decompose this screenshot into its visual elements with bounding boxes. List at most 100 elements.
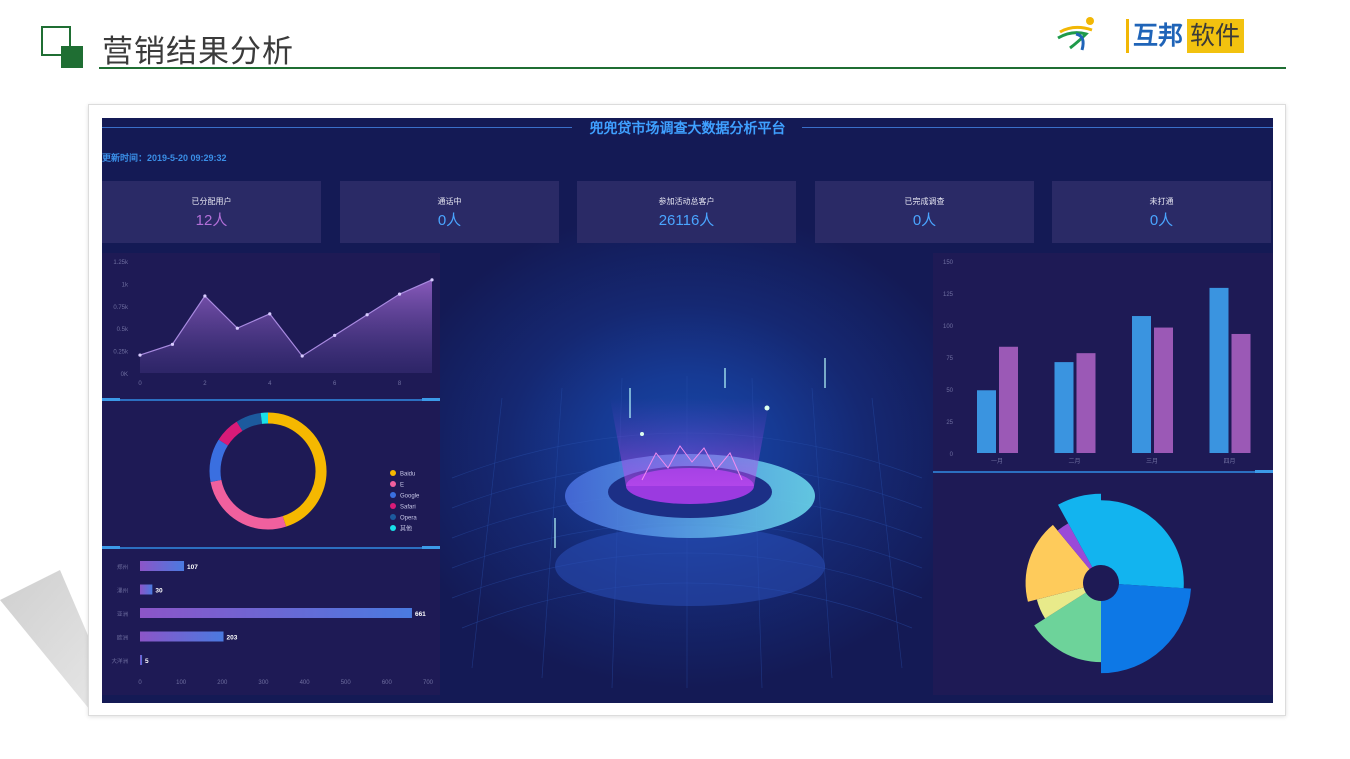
bar <box>1209 287 1229 453</box>
kpi-label: 通话中 <box>437 197 462 206</box>
category-label: 大洋洲 <box>111 657 128 665</box>
x-tick-label: 8 <box>398 381 402 387</box>
legend-swatch <box>390 514 396 520</box>
kpi-label: 已完成调查 <box>904 197 945 206</box>
y-tick-label: 0.5k <box>117 327 129 333</box>
bar <box>140 584 153 595</box>
category-label: 漯州 <box>117 587 128 595</box>
horizontal-bar-chart: 郑州 107 漯州 30 亚洲 661 欧洲 203 大洋洲 5 0 100 200 300 400 500 6… <box>111 561 434 686</box>
x-tick-label: 700 <box>423 680 434 686</box>
update-time: 更新时间：2019-5-20 09:29:32 <box>102 153 227 163</box>
y-tick-label: 0.25k <box>113 350 129 356</box>
donut-slice <box>236 412 263 432</box>
category-label: 郑州 <box>117 563 128 571</box>
data-point <box>397 292 402 296</box>
y-tick-label: 50 <box>946 388 953 394</box>
logo-text-b: 软件 <box>1187 19 1245 53</box>
donut-slice <box>209 439 229 482</box>
left-divider-1 <box>102 399 440 401</box>
data-point <box>430 278 434 282</box>
area-chart: 0K 0.25k 0.5k 0.75k 1k 1.25k 0 2 4 6 8 <box>113 260 434 387</box>
bar-value-label: 5 <box>145 658 149 665</box>
x-tick-label: 300 <box>258 680 269 686</box>
data-point <box>170 342 175 346</box>
donut-slice <box>210 479 287 530</box>
data-point <box>203 294 207 298</box>
x-tick-label: 一月 <box>991 458 1003 465</box>
y-tick-label: 75 <box>946 356 953 362</box>
bar-value-label: 30 <box>155 588 163 595</box>
bar <box>1076 353 1096 453</box>
x-tick-label: 200 <box>217 680 228 686</box>
legend-label: Baidu <box>400 472 415 478</box>
x-tick-label: 2 <box>203 381 207 387</box>
x-tick-label: 400 <box>300 680 311 686</box>
y-tick-label: 1.25k <box>113 260 129 266</box>
kpi-card-in-call: 通话中 0人 <box>340 181 559 243</box>
data-point <box>300 354 304 358</box>
x-tick-label: 6 <box>333 381 337 387</box>
bar-value-label: 661 <box>415 611 426 618</box>
right-panel: 0 25 50 75 100 125 150 一月 二月 三月 四月 <box>933 253 1273 695</box>
bar <box>1154 327 1173 453</box>
header-square-filled <box>61 46 83 68</box>
rose-slice <box>1101 500 1184 589</box>
divider-cap <box>102 398 120 401</box>
legend-swatch <box>390 481 396 487</box>
donut-slice <box>218 421 243 446</box>
divider-cap <box>1255 470 1273 473</box>
x-tick-label: 600 <box>382 680 393 686</box>
x-tick-label: 4 <box>268 381 272 387</box>
y-tick-label: 1k <box>122 282 129 288</box>
bar <box>1231 333 1251 453</box>
y-tick-label: 25 <box>946 420 953 426</box>
donut-slice <box>267 412 327 527</box>
kpi-card-total-customers: 参加活动总客户 26116人 <box>577 181 796 243</box>
vertical-bar-chart: 0 25 50 75 100 125 150 一月 二月 三月 四月 <box>943 260 1251 465</box>
rose-pie-chart <box>1025 493 1191 674</box>
kpi-value: 0人 <box>437 212 462 229</box>
divider-cap <box>422 398 440 401</box>
rose-slice <box>1101 584 1191 674</box>
dashboard: 兜兜贷市场调查大数据分析平台 更新时间：2019-5-20 09:29:32 已… <box>102 118 1273 703</box>
kpi-value: 0人 <box>1149 212 1174 229</box>
data-point <box>138 353 142 357</box>
runner-logo-icon <box>1057 17 1094 51</box>
bar <box>1054 362 1074 453</box>
company-logo: 互邦 软件 <box>1126 19 1245 53</box>
kpi-value: 0人 <box>912 212 937 229</box>
bar-value-label: 203 <box>227 635 238 642</box>
bar <box>140 608 412 618</box>
divider-cap <box>102 546 120 549</box>
kpi-card-unreached: 未打通 0人 <box>1052 181 1271 243</box>
divider-cap <box>422 546 440 549</box>
y-tick-label: 0.75k <box>113 305 129 311</box>
bar <box>140 561 185 571</box>
left-panel: 0K 0.25k 0.5k 0.75k 1k 1.25k 0 2 4 6 8 Baidu E Googl… <box>102 253 440 695</box>
bar <box>140 631 224 642</box>
bar <box>1132 316 1151 453</box>
category-label: 欧洲 <box>117 634 129 642</box>
legend-label: E <box>400 483 404 489</box>
kpi-label: 参加活动总客户 <box>658 197 715 206</box>
x-tick-label: 100 <box>176 680 187 686</box>
legend-swatch <box>390 470 396 476</box>
x-tick-label: 0 <box>138 381 142 387</box>
kpi-value: 26116人 <box>658 212 715 229</box>
x-tick-label: 0 <box>138 680 142 686</box>
data-point <box>333 333 337 337</box>
left-divider-2 <box>102 547 440 549</box>
data-point <box>235 326 239 330</box>
category-label: 亚洲 <box>117 611 129 618</box>
data-point <box>268 312 272 316</box>
x-tick-label: 三月 <box>1146 458 1158 465</box>
bar <box>140 655 143 665</box>
y-tick-label: 0K <box>121 372 128 378</box>
x-tick-label: 二月 <box>1068 458 1080 465</box>
legend-swatch <box>390 492 396 498</box>
legend-label: 其他 <box>400 525 412 533</box>
legend-label: Safari <box>400 505 416 511</box>
x-tick-label: 500 <box>341 680 352 686</box>
kpi-card-completed: 已完成调查 0人 <box>815 181 1034 243</box>
data-point <box>365 313 369 317</box>
